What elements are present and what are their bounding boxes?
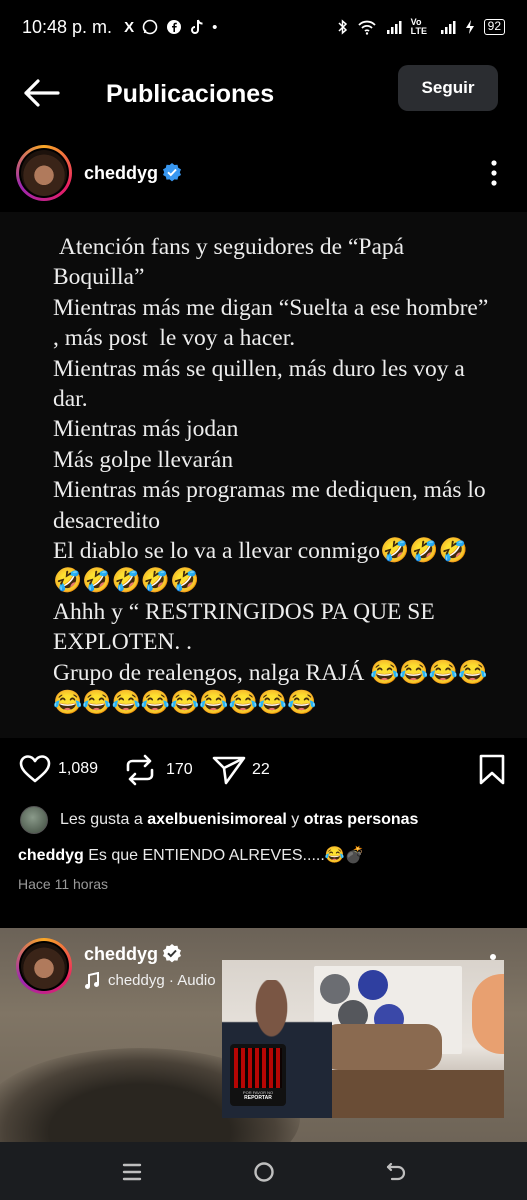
wifi-icon (357, 20, 376, 35)
recents-icon[interactable] (120, 1160, 144, 1184)
back-nav-icon[interactable] (384, 1160, 408, 1184)
status-bar: 10:48 p. m. X • Vo LTE 92 (0, 0, 527, 54)
app-header: Publicaciones Seguir (0, 56, 527, 132)
more-options-icon[interactable] (484, 158, 504, 188)
back-arrow-icon[interactable] (22, 78, 60, 108)
share-action[interactable]: 22 (212, 754, 270, 786)
post-caption: cheddyg Es que ENTIENDO ALREVES.....😂💣 (18, 845, 365, 865)
shares-count: 22 (252, 761, 270, 778)
reposts-count: 170 (166, 761, 193, 778)
video-thumbnail[interactable]: POR FAVOR NO REPORTAR (222, 960, 504, 1118)
signal-icon (386, 21, 402, 34)
page-title: Publicaciones (106, 80, 275, 108)
verified-icon (163, 163, 181, 182)
next-verified-icon (163, 944, 181, 963)
send-icon[interactable] (212, 754, 246, 786)
bookmark-icon[interactable] (478, 754, 506, 786)
post-username[interactable]: cheddyg (84, 163, 158, 184)
avatar[interactable] (16, 145, 72, 201)
next-post-avatar[interactable] (16, 938, 72, 994)
heart-icon[interactable] (18, 754, 52, 784)
repost-icon[interactable] (124, 754, 156, 786)
like-action[interactable]: 1,089 (18, 754, 98, 784)
status-system-icons: Vo LTE 92 (338, 18, 505, 36)
status-notification-icons: X • (124, 19, 217, 36)
battery-level: 92 (483, 19, 505, 35)
liked-by-others[interactable]: otras personas (304, 811, 419, 828)
status-time: 10:48 p. m. (22, 16, 113, 37)
table (322, 1070, 504, 1118)
post-timestamp: Hace 11 horas (18, 876, 109, 892)
status-dot: • (212, 18, 218, 36)
caption-username[interactable]: cheddyg (18, 847, 84, 864)
liker-avatar (20, 806, 48, 834)
home-icon[interactable] (252, 1160, 276, 1184)
tiktok-icon (191, 19, 203, 34)
signal-icon-2 (440, 21, 456, 34)
liked-by-row[interactable]: Les gusta a axelbuenisimoreal y otras pe… (20, 806, 418, 834)
liked-by-prefix: Les gusta a (60, 811, 143, 828)
facebook-icon (167, 20, 182, 34)
post-author-row: cheddyg (0, 140, 527, 206)
qr-report: REPORTAR (244, 1095, 272, 1101)
next-post-username[interactable]: cheddyg (84, 944, 158, 965)
system-nav-bar (0, 1142, 527, 1200)
network-label: Vo LTE (410, 17, 427, 36)
bluetooth-icon (338, 19, 347, 35)
next-post-preview[interactable]: cheddyg cheddyg · Audio POR FAVOR NO REP… (0, 928, 527, 1142)
post-text: Atención fans y seguidores de “Papá Boqu… (53, 234, 489, 717)
likes-count: 1,089 (58, 760, 99, 777)
acoustic-panel (358, 970, 388, 1000)
sofa (322, 1024, 442, 1070)
qr-code: POR FAVOR NO REPORTAR (230, 1044, 286, 1106)
x-app-icon: X (124, 18, 135, 36)
music-icon (85, 972, 99, 989)
liked-by-text: Les gusta a axelbuenisimoreal y otras pe… (60, 811, 418, 829)
charging-icon (465, 20, 474, 34)
follow-button[interactable]: Seguir (398, 65, 498, 111)
post-content[interactable]: Atención fans y seguidores de “Papá Boqu… (0, 212, 527, 738)
caption-text: Es que ENTIENDO ALREVES.....😂💣 (88, 847, 365, 864)
whatsapp-icon (142, 19, 158, 35)
orange-panel (472, 974, 504, 1054)
liked-by-joiner: y (291, 811, 300, 828)
post-actions: 1,089 170 22 (0, 748, 527, 794)
liked-by-user[interactable]: axelbuenisimoreal (147, 811, 287, 828)
audio-label[interactable]: cheddyg · Audio (108, 972, 216, 989)
repost-action[interactable]: 170 (124, 754, 193, 786)
